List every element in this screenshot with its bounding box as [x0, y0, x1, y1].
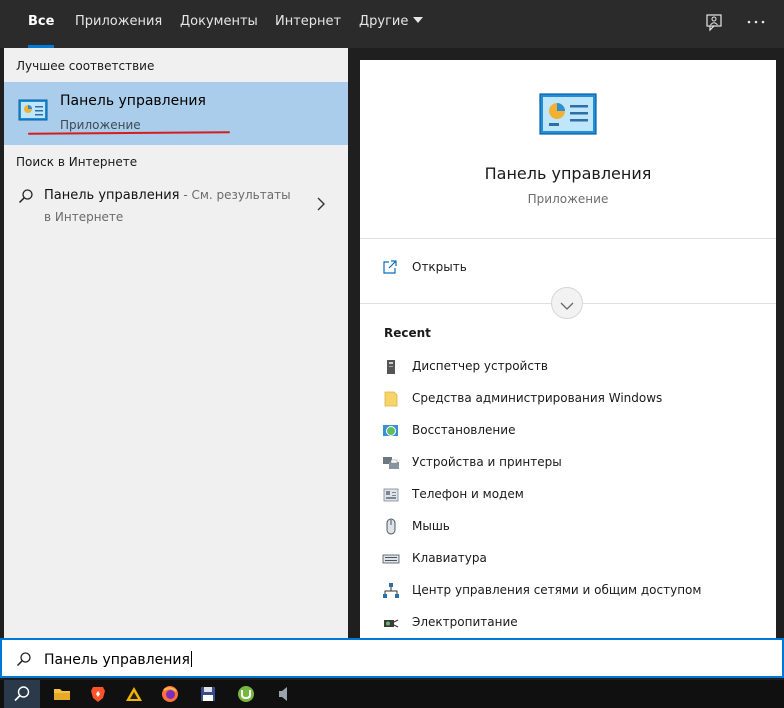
- web-search-label: Панель управления: [44, 188, 180, 203]
- file-explorer-icon: [54, 689, 70, 700]
- taskbar-file-explorer[interactable]: [44, 680, 80, 708]
- recent-item-keyboard[interactable]: Клавиатура: [382, 546, 762, 572]
- recent-item-network-center[interactable]: Центр управления сетями и общим доступом: [382, 578, 762, 604]
- text-cursor: [190, 651, 192, 667]
- recent-item-label: Телефон и модем: [412, 487, 524, 501]
- tab-apps-label: Приложения: [75, 14, 163, 29]
- recent-item-phone-modem[interactable]: Телефон и модем: [382, 482, 762, 508]
- divider: [360, 238, 776, 239]
- best-match-item[interactable]: Панель управления Приложение: [4, 82, 348, 145]
- tab-apps[interactable]: Приложения: [75, 0, 162, 48]
- taskbar-brave[interactable]: [80, 680, 116, 708]
- best-match-title: Панель управления: [60, 93, 206, 109]
- more-icon[interactable]: [740, 0, 772, 44]
- taskbar-utorrent[interactable]: [228, 680, 264, 708]
- taskbar-sound[interactable]: [266, 680, 302, 708]
- tab-internet-label: Интернет: [275, 14, 342, 29]
- expand-button[interactable]: [551, 287, 583, 319]
- keyboard-icon: [382, 550, 400, 568]
- tab-more-label: Другие: [359, 14, 409, 29]
- recent-item-admin-tools[interactable]: Средства администрирования Windows: [382, 386, 762, 412]
- search-icon: [16, 651, 32, 671]
- open-label: Открыть: [412, 260, 467, 274]
- recent-item-device-manager[interactable]: Диспетчер устройств: [382, 354, 762, 380]
- recent-item-label: Центр управления сетями и общим доступом: [412, 583, 702, 597]
- taskbar-firefox[interactable]: [152, 680, 188, 708]
- control-panel-large-icon: [539, 93, 597, 139]
- taskbar-search-button[interactable]: [4, 680, 40, 708]
- search-box[interactable]: Панель управления: [0, 638, 784, 678]
- results-list: Лучшее соответствие Панель управления Пр…: [4, 48, 348, 638]
- recent-item-mouse[interactable]: Мышь: [382, 514, 762, 540]
- web-search-item[interactable]: Панель управления - См. результаты в Инт…: [4, 178, 348, 232]
- recent-item-label: Мышь: [412, 519, 450, 533]
- taskbar-save-app[interactable]: [190, 680, 226, 708]
- recent-item-devices-printers[interactable]: Устройства и принтеры: [382, 450, 762, 476]
- preview-pane: Панель управления Приложение Открыть Rec…: [360, 60, 776, 638]
- recovery-icon: [382, 422, 400, 440]
- tab-more[interactable]: Другие: [359, 0, 424, 48]
- save-app-icon: [201, 687, 215, 701]
- folder-icon: [382, 390, 400, 408]
- device-manager-icon: [382, 358, 400, 376]
- search-icon: [18, 188, 34, 208]
- control-panel-icon: [18, 98, 48, 126]
- sound-icon: [279, 687, 287, 701]
- tab-all-label: Все: [28, 14, 55, 29]
- chevron-down-icon: [559, 297, 575, 316]
- search-input[interactable]: Панель управления: [44, 651, 192, 668]
- taskbar: [0, 680, 784, 708]
- aimp-icon: [126, 687, 142, 701]
- network-icon: [382, 582, 400, 600]
- tab-all[interactable]: Все: [28, 0, 55, 48]
- mouse-icon: [382, 518, 400, 536]
- web-search-text: Панель управления - См. результаты: [44, 188, 291, 203]
- preview-subtitle: Приложение: [527, 192, 609, 206]
- open-icon: [382, 259, 398, 279]
- utorrent-icon: [238, 686, 254, 702]
- feedback-icon[interactable]: [698, 0, 730, 44]
- best-match-heading: Лучшее соответствие: [16, 59, 155, 73]
- tab-documents[interactable]: Документы: [180, 0, 258, 48]
- web-search-hint: - См. результаты: [179, 188, 291, 202]
- tab-internet[interactable]: Интернет: [275, 0, 341, 48]
- recent-item-label: Электропитание: [412, 615, 518, 629]
- tab-documents-label: Документы: [180, 14, 258, 29]
- recent-item-label: Клавиатура: [412, 551, 487, 565]
- recent-item-recovery[interactable]: Восстановление: [382, 418, 762, 444]
- recent-item-power-options[interactable]: Электропитание: [382, 610, 762, 636]
- recent-item-label: Устройства и принтеры: [412, 455, 562, 469]
- chevron-right-icon[interactable]: [316, 196, 326, 216]
- best-match-subtitle: Приложение: [60, 118, 141, 132]
- recent-item-label: Средства администрирования Windows: [412, 391, 663, 405]
- phone-modem-icon: [382, 486, 400, 504]
- preview-title: Панель управления: [484, 164, 652, 183]
- recent-heading: Recent: [384, 326, 431, 340]
- printer-icon: [382, 454, 400, 472]
- firefox-icon: [162, 686, 178, 702]
- search-filter-bar: Все Приложения Документы Интернет Другие: [0, 0, 784, 48]
- web-search-hint-continued: в Интернете: [44, 210, 124, 224]
- brave-icon: [91, 687, 105, 702]
- recent-item-label: Диспетчер устройств: [412, 359, 549, 373]
- search-input-value: Панель управления: [44, 652, 190, 668]
- red-underline-annotation: [27, 131, 231, 135]
- recent-item-label: Восстановление: [412, 423, 516, 437]
- web-search-heading: Поиск в Интернете: [16, 155, 138, 169]
- chevron-down-icon: [413, 17, 424, 23]
- search-icon: [14, 686, 30, 702]
- power-options-icon: [382, 614, 400, 632]
- taskbar-aimp[interactable]: [116, 680, 152, 708]
